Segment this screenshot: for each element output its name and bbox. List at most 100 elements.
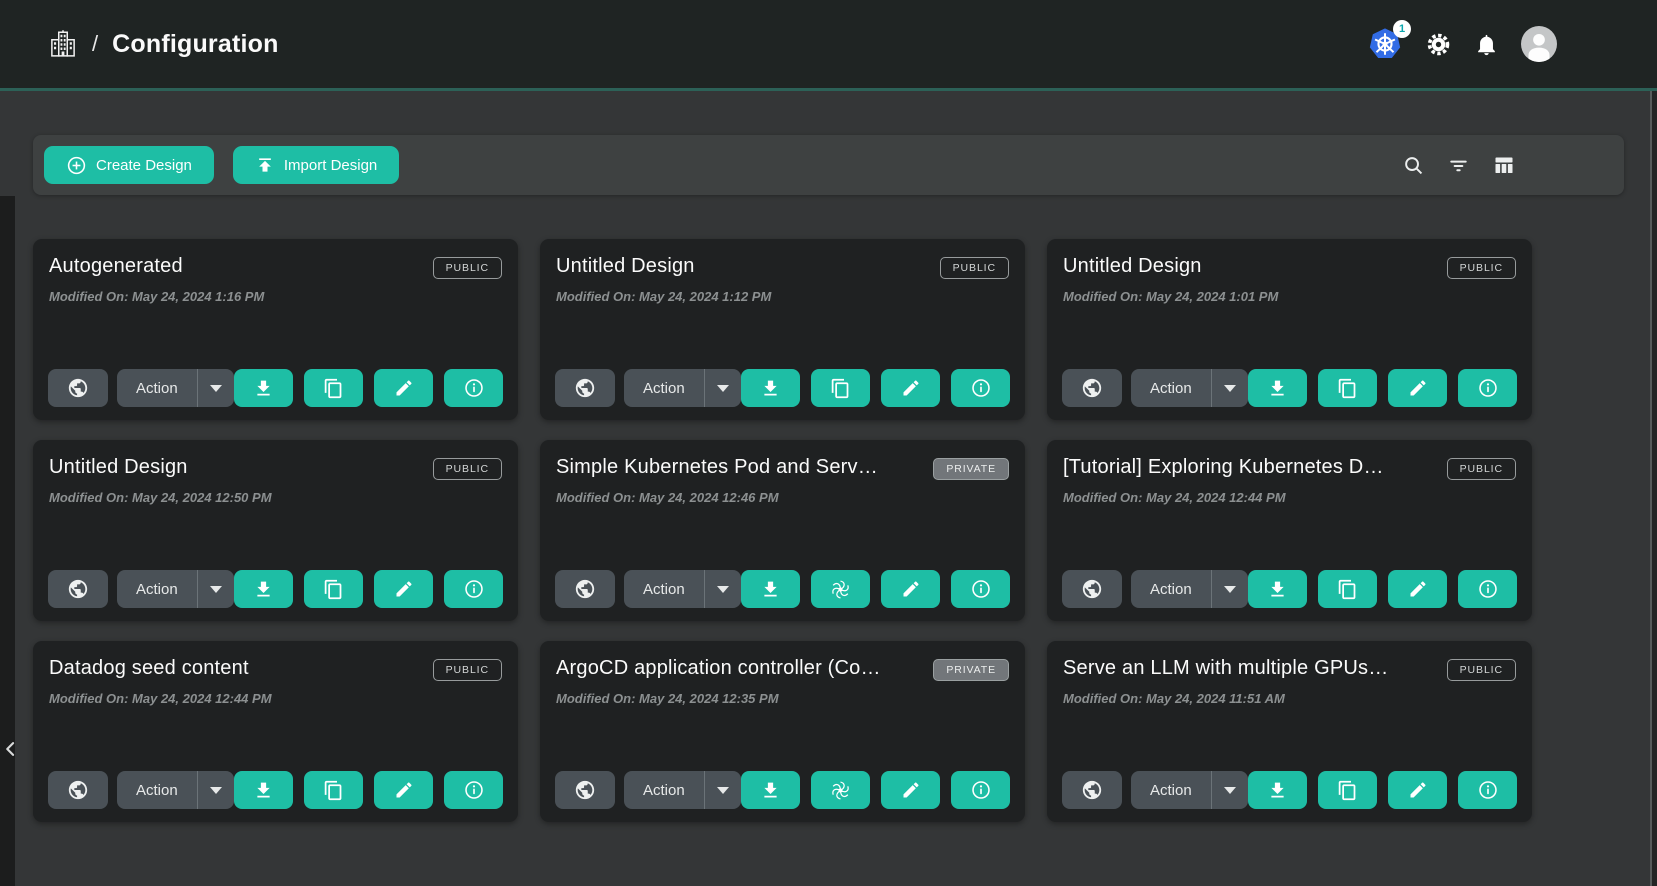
download-button[interactable] — [1248, 771, 1307, 809]
modified-on-label: Modified On: May 24, 2024 1:01 PM — [1063, 289, 1516, 304]
chevron-down-icon[interactable] — [1212, 570, 1248, 608]
clone-button[interactable] — [1318, 771, 1377, 809]
visibility-globe-button[interactable] — [48, 369, 108, 407]
info-icon — [1477, 377, 1499, 399]
action-split-button[interactable]: Action — [117, 771, 234, 809]
filter-icon[interactable] — [1447, 154, 1470, 177]
info-button[interactable] — [444, 369, 503, 407]
design-card: ArgoCD application controller (Co… PRIVA… — [540, 641, 1025, 822]
action-split-button[interactable]: Action — [624, 771, 741, 809]
edit-button[interactable] — [374, 771, 433, 809]
visibility-globe-button[interactable] — [555, 771, 615, 809]
chevron-down-icon[interactable] — [705, 369, 741, 407]
visibility-globe-button[interactable] — [1062, 570, 1122, 608]
edit-button[interactable] — [881, 570, 940, 608]
download-button[interactable] — [234, 771, 293, 809]
edit-button[interactable] — [881, 369, 940, 407]
edit-pencil-icon — [901, 780, 921, 800]
info-button[interactable] — [444, 771, 503, 809]
action-split-button[interactable]: Action — [1131, 369, 1248, 407]
visibility-globe-button[interactable] — [1062, 771, 1122, 809]
action-button-label[interactable]: Action — [624, 771, 704, 809]
chevron-left-icon[interactable] — [1, 733, 23, 765]
clone-button[interactable] — [304, 771, 363, 809]
chevron-down-icon[interactable] — [198, 771, 234, 809]
app-header: / Configuration 1 — [0, 0, 1657, 91]
chevron-down-icon[interactable] — [705, 570, 741, 608]
toolbar-view-controls — [1402, 153, 1516, 177]
bell-icon[interactable] — [1474, 32, 1499, 57]
edit-button[interactable] — [374, 570, 433, 608]
clone-button[interactable] — [304, 570, 363, 608]
chevron-down-icon[interactable] — [1212, 771, 1248, 809]
edit-button[interactable] — [1388, 570, 1447, 608]
action-button-label[interactable]: Action — [624, 369, 704, 407]
organization-building-icon[interactable] — [48, 28, 78, 60]
card-action-row: Action — [555, 369, 1010, 407]
clone-button[interactable] — [1318, 570, 1377, 608]
visibility-globe-button[interactable] — [1062, 369, 1122, 407]
action-button-label[interactable]: Action — [1131, 570, 1211, 608]
action-split-button[interactable]: Action — [1131, 771, 1248, 809]
visibility-globe-button[interactable] — [48, 570, 108, 608]
avatar[interactable] — [1521, 26, 1557, 62]
edit-button[interactable] — [1388, 771, 1447, 809]
design-title: Untitled Design — [49, 456, 188, 479]
download-button[interactable] — [1248, 570, 1307, 608]
info-button[interactable] — [951, 570, 1010, 608]
edit-pencil-icon — [1408, 579, 1428, 599]
edit-pencil-icon — [901, 378, 921, 398]
card-action-row: Action — [48, 771, 503, 809]
download-button[interactable] — [234, 369, 293, 407]
create-design-button[interactable]: Create Design — [44, 146, 214, 184]
action-split-button[interactable]: Action — [117, 570, 234, 608]
visibility-globe-button[interactable] — [48, 771, 108, 809]
info-icon — [463, 377, 485, 399]
download-button[interactable] — [234, 570, 293, 608]
info-button[interactable] — [1458, 369, 1517, 407]
download-button[interactable] — [741, 570, 800, 608]
design-source-button[interactable] — [811, 771, 870, 809]
action-split-button[interactable]: Action — [117, 369, 234, 407]
table-view-icon[interactable] — [1492, 153, 1516, 177]
action-button-label[interactable]: Action — [117, 570, 197, 608]
search-icon[interactable] — [1402, 154, 1425, 177]
design-card: Untitled Design PUBLIC Modified On: May … — [33, 440, 518, 621]
visibility-globe-button[interactable] — [555, 369, 615, 407]
scrollbar[interactable] — [1650, 91, 1657, 886]
action-split-button[interactable]: Action — [1131, 570, 1248, 608]
chevron-down-icon[interactable] — [1212, 369, 1248, 407]
info-button[interactable] — [1458, 570, 1517, 608]
download-button[interactable] — [1248, 369, 1307, 407]
chevron-down-icon[interactable] — [198, 369, 234, 407]
action-button-label[interactable]: Action — [624, 570, 704, 608]
download-button[interactable] — [741, 369, 800, 407]
breadcrumb-separator: / — [92, 31, 98, 57]
visibility-globe-button[interactable] — [555, 570, 615, 608]
edit-button[interactable] — [881, 771, 940, 809]
chevron-down-icon[interactable] — [198, 570, 234, 608]
download-button[interactable] — [741, 771, 800, 809]
chevron-down-icon[interactable] — [705, 771, 741, 809]
edit-button[interactable] — [1388, 369, 1447, 407]
info-button[interactable] — [444, 570, 503, 608]
kubernetes-context-button[interactable]: 1 — [1367, 27, 1403, 61]
info-button[interactable] — [951, 771, 1010, 809]
clone-button[interactable] — [811, 369, 870, 407]
edit-button[interactable] — [374, 369, 433, 407]
clone-button[interactable] — [304, 369, 363, 407]
info-button[interactable] — [1458, 771, 1517, 809]
info-button[interactable] — [951, 369, 1010, 407]
clone-button[interactable] — [1318, 369, 1377, 407]
action-button-label[interactable]: Action — [117, 771, 197, 809]
modified-on-label: Modified On: May 24, 2024 12:50 PM — [49, 490, 502, 505]
action-button-label[interactable]: Action — [117, 369, 197, 407]
design-source-button[interactable] — [811, 570, 870, 608]
import-design-button[interactable]: Import Design — [233, 146, 399, 184]
gear-icon[interactable] — [1425, 31, 1452, 58]
action-button-label[interactable]: Action — [1131, 771, 1211, 809]
visibility-badge: PUBLIC — [1447, 659, 1516, 681]
action-button-label[interactable]: Action — [1131, 369, 1211, 407]
action-split-button[interactable]: Action — [624, 369, 741, 407]
action-split-button[interactable]: Action — [624, 570, 741, 608]
